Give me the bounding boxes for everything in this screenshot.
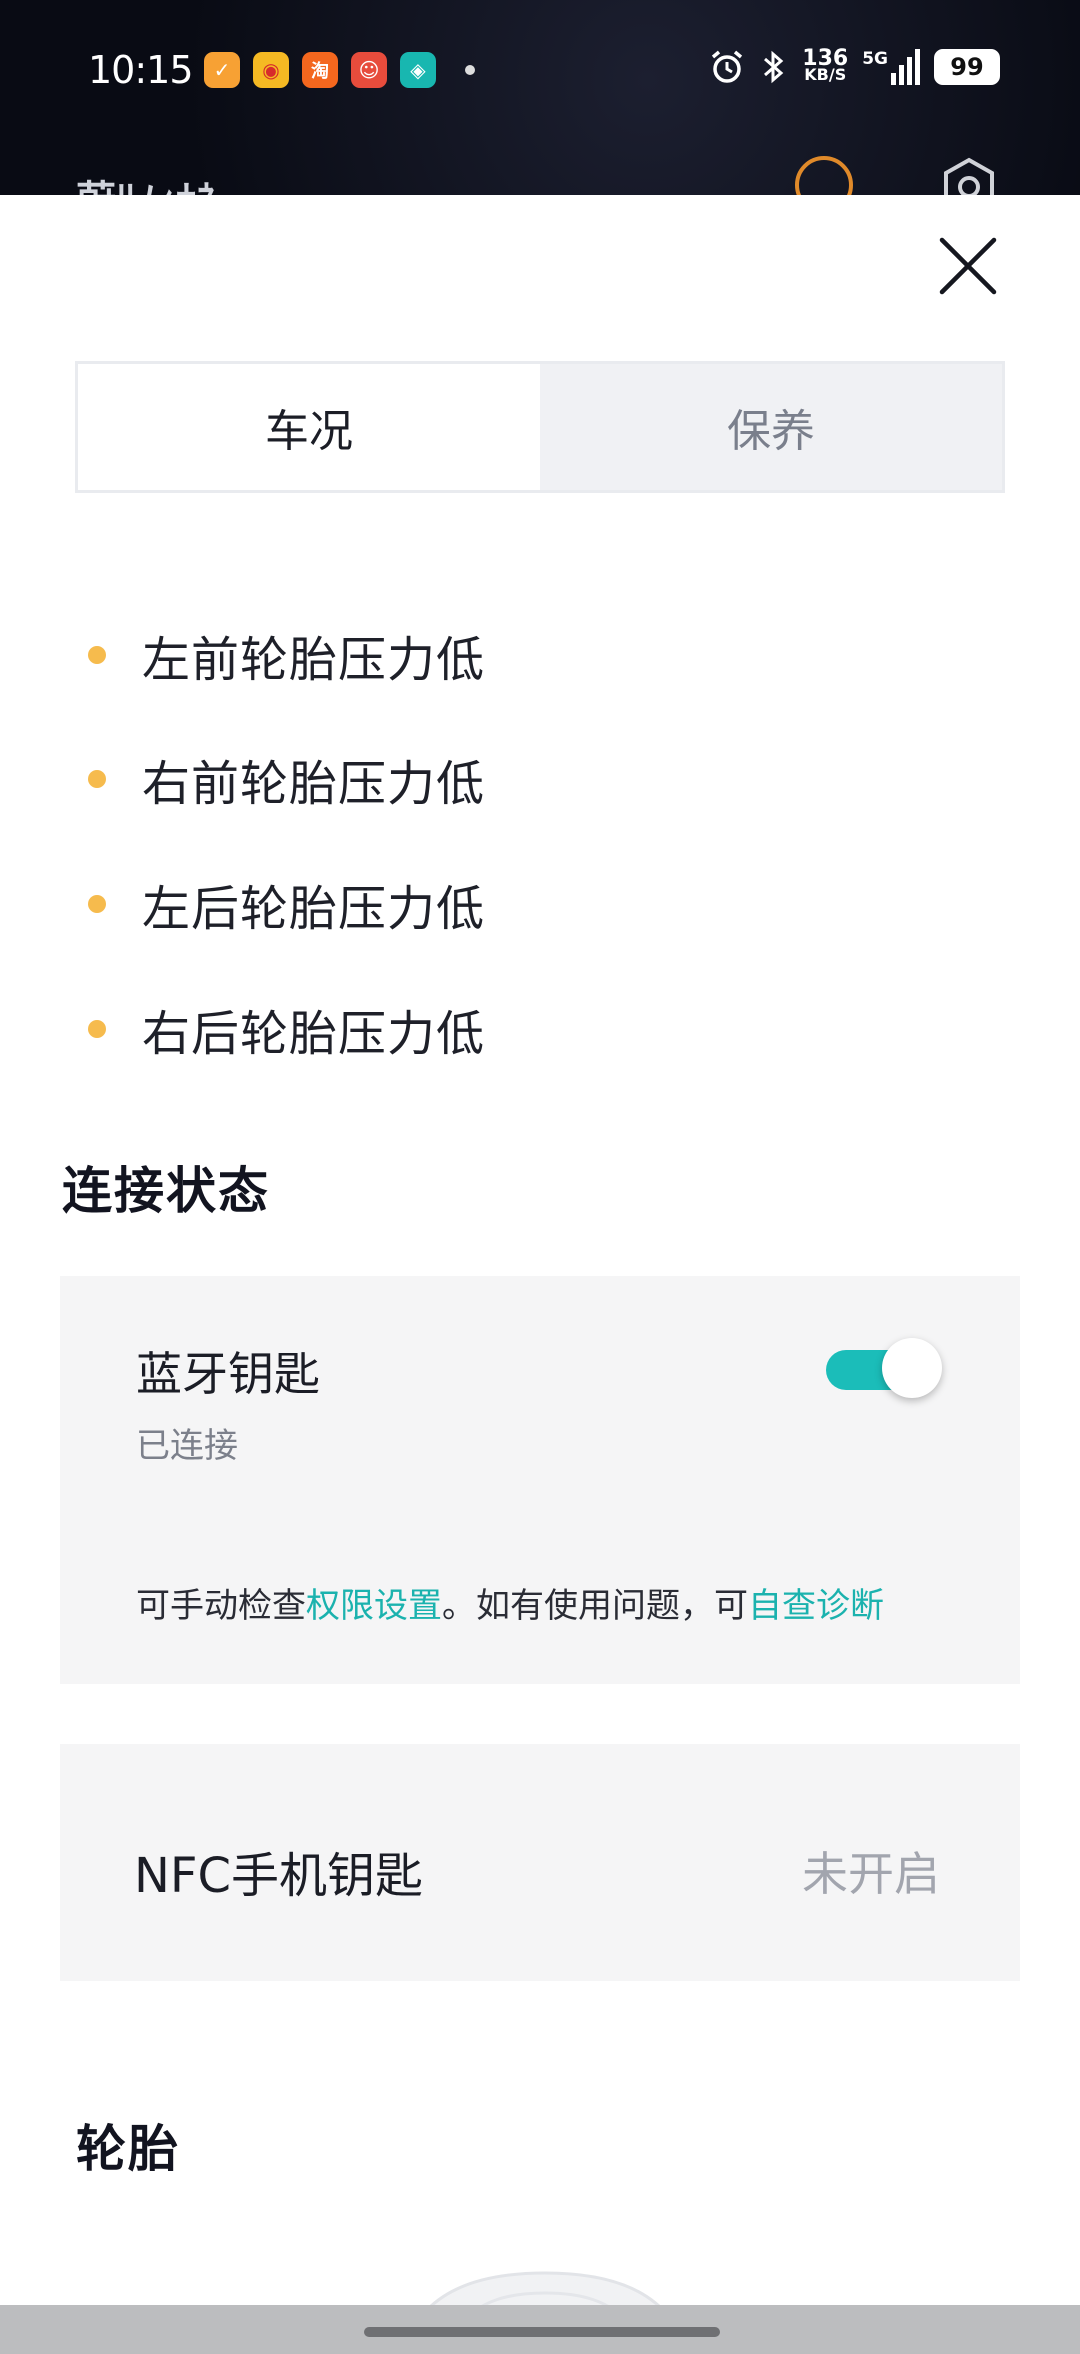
more-notifications-dot: [465, 65, 475, 75]
bluetooth-key-title: 蓝牙钥匙: [136, 1347, 320, 1401]
warning-dot: [88, 770, 106, 788]
app-icon-5: ◈: [400, 52, 436, 88]
alert-text: 左后轮胎压力低: [142, 881, 486, 937]
permission-settings-link[interactable]: 权限设置: [306, 1586, 442, 1626]
self-diagnosis-link[interactable]: 自查诊断: [748, 1586, 884, 1626]
alarm-icon: [712, 50, 743, 83]
toggle-knob: [882, 1338, 942, 1398]
alert-text: 右后轮胎压力低: [142, 1006, 486, 1062]
status-indicators: 136 KB/S 5G 99: [708, 48, 1000, 86]
close-icon[interactable]: [932, 230, 1004, 302]
alert-item: 右前轮胎压力低: [88, 749, 485, 812]
alert-text: 左前轮胎压力低: [142, 632, 486, 688]
tires-section-title: 轮胎: [76, 2120, 180, 2178]
segment-tabs: 车况 保养: [75, 361, 1005, 493]
battery-indicator: 99: [934, 49, 1000, 85]
tab-vehicle-condition[interactable]: 车况: [78, 364, 540, 490]
hint-text: 。如有使用问题，可: [442, 1586, 748, 1626]
warning-dot: [88, 1020, 106, 1038]
status-bar: 10:15 ✓ ◉ 淘 ☺ ◈ 136 KB/S 5G 99: [0, 40, 1080, 104]
bluetooth-key-status: 已连接: [136, 1426, 238, 1466]
nfc-key-card[interactable]: NFC手机钥匙 未开启: [60, 1744, 1020, 1981]
bluetooth-icon: [764, 50, 784, 84]
warning-dot: [88, 646, 106, 664]
tab-maintenance[interactable]: 保养: [540, 364, 1002, 490]
app-icon-4: ☺: [351, 52, 387, 88]
alert-text: 右前轮胎压力低: [142, 756, 486, 812]
alert-item: 左前轮胎压力低: [88, 625, 485, 688]
network-speed: 136 KB/S: [802, 46, 849, 84]
bluetooth-hint: 可手动检查权限设置。如有使用问题，可自查诊断: [136, 1578, 884, 1627]
signal-5g-icon: 5G: [862, 49, 920, 85]
home-indicator[interactable]: [364, 2327, 720, 2337]
nfc-key-label: NFC手机钥匙: [134, 1848, 424, 1904]
taobao-icon: 淘: [302, 52, 338, 88]
bluetooth-key-card: 蓝牙钥匙 已连接 可手动检查权限设置。如有使用问题，可自查诊断: [60, 1276, 1020, 1684]
hint-text: 可手动检查: [136, 1586, 306, 1626]
weibo-icon: ◉: [253, 52, 289, 88]
notification-app-icons: ✓ ◉ 淘 ☺ ◈: [204, 52, 475, 88]
connection-section-title: 连接状态: [62, 1162, 270, 1220]
alert-item: 右后轮胎压力低: [88, 999, 485, 1062]
gesture-nav-area: [0, 2305, 1080, 2354]
vehicle-status-sheet: 车况 保养 左前轮胎压力低 右前轮胎压力低 左后轮胎压力低 右后轮胎压力低 连接…: [0, 195, 1080, 2354]
alert-item: 左后轮胎压力低: [88, 874, 485, 937]
warning-dot: [88, 895, 106, 913]
bluetooth-key-toggle[interactable]: [826, 1338, 942, 1398]
nfc-key-status: 未开启: [802, 1847, 940, 1901]
app-icon-1: ✓: [204, 52, 240, 88]
status-time: 10:15: [88, 48, 194, 92]
